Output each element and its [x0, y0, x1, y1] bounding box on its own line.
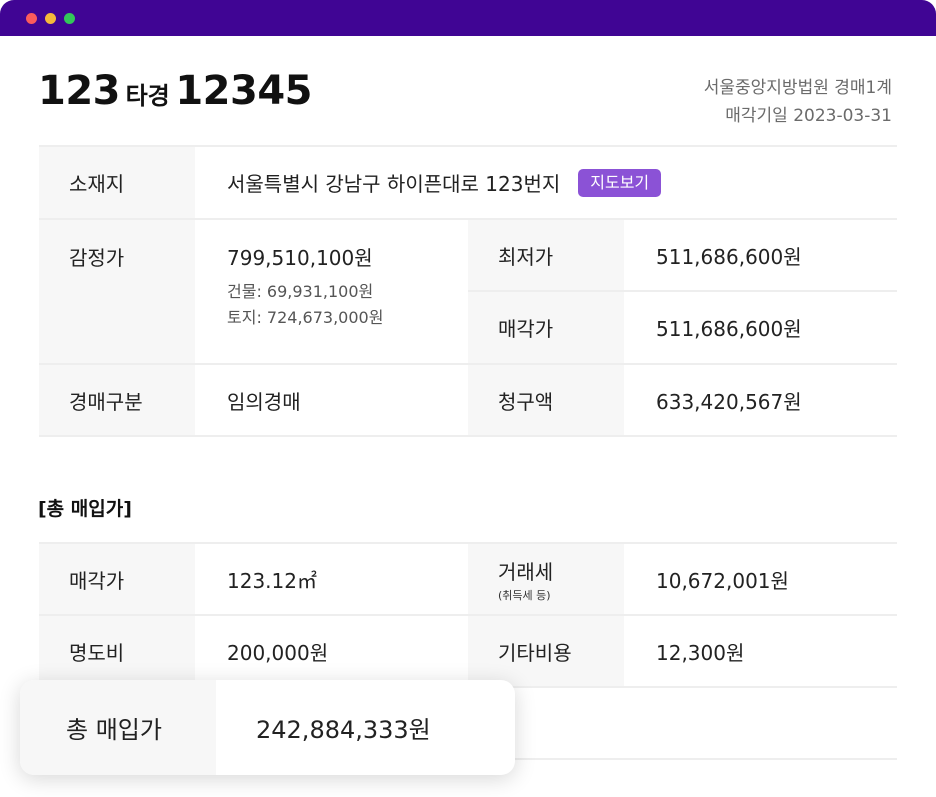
- maximize-window-icon[interactable]: [64, 13, 75, 24]
- sale-price-value: 511,686,600원: [656, 317, 802, 341]
- close-window-icon[interactable]: [26, 13, 37, 24]
- window-titlebar: [0, 0, 936, 36]
- price-subtable: 최저가 511,686,600원 매각가 511,686,600원: [468, 220, 897, 363]
- court-info: 서울중앙지방법원 경매1계 매각기일 2023-03-31: [704, 74, 892, 130]
- eviction-cost-label: 명도비: [39, 616, 195, 686]
- table-row: 경매구분 임의경매 청구액 633,420,567원: [39, 365, 897, 437]
- minimize-window-icon[interactable]: [45, 13, 56, 24]
- tax-label-cell: 거래세 (취득세 등): [468, 544, 624, 614]
- land-value: 토지: 724,673,000원: [227, 308, 384, 327]
- sale-price-label: 매각가: [468, 292, 624, 363]
- min-price-value: 511,686,600원: [656, 244, 802, 269]
- other-cost-value: 12,300원: [656, 640, 745, 665]
- claim-label: 청구액: [468, 365, 624, 435]
- tax-sublabel: (취득세 등): [498, 588, 551, 602]
- claim-value: 633,420,567원: [656, 389, 802, 414]
- appraisal-label: 감정가: [39, 220, 195, 363]
- total-purchase-card: 총 매입가 242,884,333원: [20, 680, 515, 775]
- min-price-label: 최저가: [468, 220, 624, 290]
- table-row: 감정가 799,510,100원 건물: 69,931,100원 토지: 724…: [39, 220, 897, 365]
- other-cost-label: 기타비용: [468, 616, 624, 686]
- tax-value: 10,672,001원: [656, 568, 789, 593]
- tax-label: 거래세: [498, 559, 554, 584]
- property-info-table: 소재지 서울특별시 강남구 하이픈대로 123번지 지도보기 감정가 799,5…: [39, 145, 897, 437]
- sale-price-label: 매각가: [39, 544, 195, 614]
- court-number: 123: [38, 68, 121, 114]
- total-purchase-section-title: [총 매입가]: [38, 498, 132, 520]
- court-name: 서울중앙지방법원 경매1계: [703, 78, 892, 98]
- appraisal-value: 799,510,100원: [227, 246, 373, 270]
- building-value: 건물: 69,931,100원: [227, 282, 374, 301]
- case-type: 타경: [125, 82, 170, 110]
- address-label: 소재지: [39, 147, 195, 218]
- auction-type-label: 경매구분: [39, 365, 195, 435]
- table-row: 매각가 123.12㎡ 거래세 (취득세 등) 10,672,001원: [39, 544, 897, 616]
- address-cell: 서울특별시 강남구 하이픈대로 123번지 지도보기: [195, 147, 897, 218]
- auction-type-value: 임의경매: [227, 389, 301, 414]
- sale-date: 매각기일 2023-03-31: [725, 106, 892, 126]
- total-purchase-value: 242,884,333원: [256, 716, 431, 744]
- table-row: 명도비 200,000원 기타비용 12,300원: [39, 616, 897, 688]
- total-purchase-label: 총 매입가: [20, 680, 216, 775]
- table-row: 매각가 511,686,600원: [468, 292, 897, 363]
- table-row: 소재지 서울특별시 강남구 하이픈대로 123번지 지도보기: [39, 147, 897, 220]
- eviction-cost-value: 200,000원: [227, 640, 329, 665]
- address-value: 서울특별시 강남구 하이픈대로 123번지: [227, 172, 561, 196]
- map-view-button[interactable]: 지도보기: [578, 168, 662, 197]
- case-number-title: 123 타경 12345: [38, 68, 312, 120]
- sale-price-value: 123.12㎡: [227, 568, 317, 593]
- appraisal-cell: 799,510,100원 건물: 69,931,100원 토지: 724,673…: [195, 220, 468, 363]
- table-row: 최저가 511,686,600원: [468, 220, 897, 292]
- case-number: 12345: [175, 68, 312, 114]
